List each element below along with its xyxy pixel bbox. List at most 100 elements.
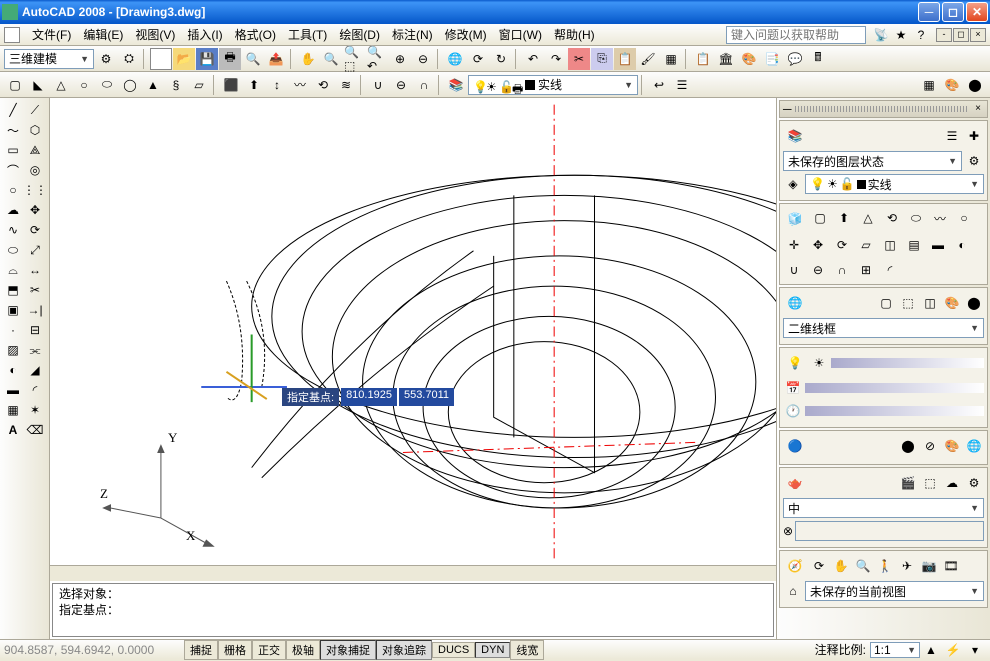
erase-tool-icon[interactable]: ⌫ xyxy=(24,420,46,440)
workspace-settings-icon[interactable]: ⚙ xyxy=(95,48,117,70)
light-slider-3[interactable] xyxy=(805,406,984,416)
spline-tool-icon[interactable]: ∿ xyxy=(2,220,24,240)
date-icon[interactable]: 📅 xyxy=(783,378,803,398)
render-panel-icon[interactable]: 🫖 xyxy=(783,471,807,495)
subtract-icon[interactable]: ⊖ xyxy=(390,74,412,96)
render-env-icon[interactable]: ☁ xyxy=(942,473,962,493)
sun-toggle-icon[interactable]: ☀ xyxy=(809,353,829,373)
command-window[interactable]: 选择对象： 指定基点： xyxy=(52,583,774,637)
revolve-icon[interactable]: ⟲ xyxy=(312,74,334,96)
paste-icon[interactable]: 📋 xyxy=(614,48,636,70)
loft-icon[interactable]: ≋ xyxy=(335,74,357,96)
horizontal-scrollbar[interactable] xyxy=(50,565,776,581)
layers-panel-icon[interactable]: 📚 xyxy=(783,124,807,148)
new-icon[interactable] xyxy=(150,48,172,70)
light-slider-2[interactable] xyxy=(805,383,984,393)
match-prop-icon[interactable]: 🖌 xyxy=(637,48,659,70)
view-home-icon[interactable]: ⌂ xyxy=(783,581,803,601)
redo-icon[interactable]: ↷ xyxy=(545,48,567,70)
layer-iso-icon[interactable]: ◈ xyxy=(783,174,803,194)
cyl2-icon[interactable]: ⬭ xyxy=(905,207,927,229)
menu-file[interactable]: 文件(F) xyxy=(26,24,77,45)
nav-pan-icon[interactable]: ✋ xyxy=(831,556,851,576)
ellipse-tool-icon[interactable]: ⬭ xyxy=(2,240,24,260)
help-icon[interactable]: ? xyxy=(912,26,930,44)
zoom-out-icon[interactable]: ⊖ xyxy=(412,48,434,70)
offset-tool-icon[interactable]: ◎ xyxy=(24,160,46,180)
tool-palette-icon[interactable]: 🎨 xyxy=(738,48,760,70)
polyline-tool-icon[interactable]: 〜 xyxy=(2,120,24,140)
ellipse-arc-icon[interactable]: ⌓ xyxy=(2,260,24,280)
menu-help[interactable]: 帮助(H) xyxy=(548,24,601,45)
undo-icon[interactable]: ↶ xyxy=(522,48,544,70)
dyn-toggle[interactable]: DYN xyxy=(475,642,510,658)
workspace-save-icon[interactable]: ⛭ xyxy=(118,48,140,70)
sweep-icon[interactable]: 〰 xyxy=(289,74,311,96)
delete-icon[interactable]: ⊗ xyxy=(783,524,793,538)
wedge-primitive-icon[interactable]: ◣ xyxy=(27,74,49,96)
3dorbit-cont-icon[interactable]: ↻ xyxy=(490,48,512,70)
ortho-toggle[interactable]: 正交 xyxy=(252,640,286,660)
coordinates-display[interactable]: 904.8587, 594.6942, 0.0000 xyxy=(4,643,184,657)
render-icon[interactable]: 🎬 xyxy=(898,473,918,493)
torus-primitive-icon[interactable]: ◯ xyxy=(119,74,141,96)
menu-tools[interactable]: 工具(T) xyxy=(282,24,333,45)
section-icon[interactable]: ▤ xyxy=(903,234,925,256)
subtract2-icon[interactable]: ⊖ xyxy=(807,259,829,281)
plot-icon[interactable]: 🖶 xyxy=(219,48,241,70)
nav-zoom-icon[interactable]: 🔍 xyxy=(853,556,873,576)
hatch-tool-icon[interactable]: ▨ xyxy=(2,340,24,360)
ducs-toggle[interactable]: DUCS xyxy=(432,642,475,658)
move-tool-icon[interactable]: ✥ xyxy=(24,200,46,220)
nav-orbit-icon[interactable]: ⟳ xyxy=(809,556,829,576)
otrack-toggle[interactable]: 对象追踪 xyxy=(376,640,432,660)
extrude2-icon[interactable]: ⬆ xyxy=(833,207,855,229)
close-button[interactable]: ✕ xyxy=(966,2,988,22)
gradient-tool-icon[interactable]: ◐ xyxy=(2,360,24,380)
maximize-button[interactable]: ◻ xyxy=(942,2,964,22)
menu-edit[interactable]: 编辑(E) xyxy=(77,24,129,45)
panel-3d-icon[interactable]: 🧊 xyxy=(783,207,807,231)
cone2-icon[interactable]: △ xyxy=(857,207,879,229)
point-tool-icon[interactable]: · xyxy=(2,320,24,340)
polysolid-icon[interactable]: ⬛ xyxy=(220,74,242,96)
materials-icon[interactable]: ⬤ xyxy=(964,74,986,96)
sweep2-icon[interactable]: 〰 xyxy=(929,207,951,229)
scale-tool-icon[interactable]: ⤢ xyxy=(24,240,46,260)
view-select[interactable]: 未保存的当前视图▼ xyxy=(805,581,984,601)
block-editor-icon[interactable]: ▦ xyxy=(660,48,682,70)
time-icon[interactable]: 🕐 xyxy=(783,401,803,421)
visual-style-select[interactable]: 二维线框▼ xyxy=(783,318,984,338)
sheet-set-icon[interactable]: 📑 xyxy=(761,48,783,70)
markup-icon[interactable]: 💬 xyxy=(784,48,806,70)
menu-draw[interactable]: 绘图(D) xyxy=(333,24,386,45)
mat-browser-icon[interactable]: 🎨 xyxy=(942,436,962,456)
layer-manager-icon[interactable]: 📚 xyxy=(445,74,467,96)
render-output-field[interactable] xyxy=(795,521,984,541)
slice-icon[interactable]: ◫ xyxy=(879,234,901,256)
layer-select[interactable]: 💡 ☀ 🔓 🖶 实线 ▼ xyxy=(468,75,638,95)
break-tool-icon[interactable]: ⊟ xyxy=(24,320,46,340)
zoom-window-icon[interactable]: 🔍⬚ xyxy=(343,48,365,70)
doc-restore-button[interactable]: ◻ xyxy=(953,28,969,42)
mat-remove-icon[interactable]: ⊘ xyxy=(920,436,940,456)
dashboard-header[interactable]: ─ × xyxy=(779,100,988,118)
nav-walk-icon[interactable]: 🚶 xyxy=(875,556,895,576)
3drotate-icon[interactable]: ⟳ xyxy=(831,234,853,256)
dashboard-icon[interactable]: ▦ xyxy=(918,74,940,96)
visual-styles-icon[interactable]: 🎨 xyxy=(941,74,963,96)
properties-icon[interactable]: 📋 xyxy=(692,48,714,70)
visual-style-panel-icon[interactable]: 🌐 xyxy=(783,291,807,315)
menu-modify[interactable]: 修改(M) xyxy=(439,24,493,45)
quickcalc-icon[interactable]: 🖩 xyxy=(807,48,829,70)
revcloud-tool-icon[interactable]: ☁ xyxy=(2,200,24,220)
table-tool-icon[interactable]: ▦ xyxy=(2,400,24,420)
box-primitive-icon[interactable]: ▢ xyxy=(4,74,26,96)
xline-tool-icon[interactable]: ⟋ xyxy=(24,100,46,120)
vs-realistic-icon[interactable]: ⬤ xyxy=(964,293,984,313)
pyramid-primitive-icon[interactable]: ▲ xyxy=(142,74,164,96)
layer-state-manage-icon[interactable]: ⚙ xyxy=(964,151,984,171)
chamfer-tool-icon[interactable]: ◢ xyxy=(24,360,46,380)
intersect2-icon[interactable]: ∩ xyxy=(831,259,853,281)
copy-icon[interactable]: ⎘ xyxy=(591,48,613,70)
